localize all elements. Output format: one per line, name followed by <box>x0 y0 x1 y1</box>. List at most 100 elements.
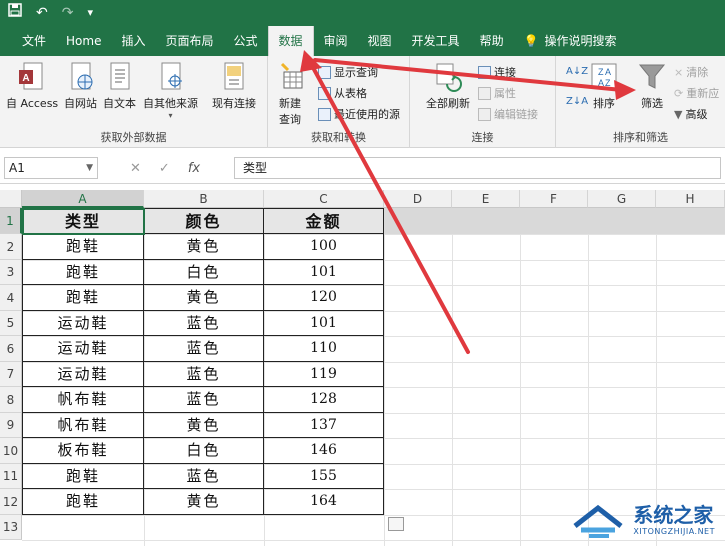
table-cell[interactable]: 帆布鞋 <box>22 387 144 413</box>
row-header[interactable]: 9 <box>0 413 22 438</box>
table-cell[interactable]: 黄色 <box>144 285 264 311</box>
table-cell[interactable]: 跑鞋 <box>22 489 144 515</box>
row-header[interactable]: 1 <box>0 208 22 234</box>
table-cell[interactable]: 跑鞋 <box>22 464 144 489</box>
customize-qat-icon[interactable]: ▾ <box>87 0 93 26</box>
table-cell[interactable]: 蓝色 <box>144 311 264 336</box>
row-header[interactable]: 6 <box>0 336 22 362</box>
tab-developer[interactable]: 开发工具 <box>402 26 470 56</box>
tab-view[interactable]: 视图 <box>358 26 402 56</box>
properties-button[interactable]: 属性 <box>478 85 516 101</box>
from-text-button[interactable]: 自文本 <box>103 62 136 111</box>
column-header[interactable]: E <box>452 190 520 208</box>
tab-home[interactable]: Home <box>56 26 111 56</box>
table-cell[interactable]: 黄色 <box>144 413 264 438</box>
clear-filter-button[interactable]: ⨯ 清除 <box>674 64 708 80</box>
from-access-button[interactable]: A 自 Access <box>6 62 58 111</box>
advanced-filter-button[interactable]: ▼ 高级 <box>674 106 707 122</box>
sort-button[interactable]: ZAAZ 排序 <box>590 62 618 111</box>
row-header[interactable]: 8 <box>0 387 22 413</box>
quick-analysis-icon[interactable] <box>388 517 404 531</box>
table-cell[interactable]: 白色 <box>144 438 264 464</box>
formula-input[interactable]: 类型 <box>234 157 721 179</box>
row-header[interactable]: 2 <box>0 234 22 260</box>
table-header-cell[interactable]: 颜色 <box>144 208 264 234</box>
tab-page-layout[interactable]: 页面布局 <box>155 26 223 56</box>
table-cell[interactable]: 跑鞋 <box>22 260 144 285</box>
existing-connections-button[interactable]: 现有连接 <box>212 62 256 111</box>
table-cell[interactable]: 蓝色 <box>144 464 264 489</box>
table-cell[interactable]: 128 <box>264 387 384 413</box>
table-cell[interactable]: 黄色 <box>144 234 264 260</box>
worksheet-grid[interactable]: A B C D E F G H 1 2 3 4 5 6 7 8 9 10 11 12 13 类型 颜色 金额 跑鞋 黄色 100 跑鞋… <box>0 190 725 546</box>
row-header[interactable]: 4 <box>0 285 22 311</box>
table-cell[interactable]: 164 <box>264 489 384 515</box>
row-header[interactable]: 13 <box>0 515 22 540</box>
table-cell[interactable]: 101 <box>264 260 384 285</box>
row-header[interactable]: 12 <box>0 489 22 515</box>
name-box[interactable]: A1 ▼ <box>4 157 98 179</box>
tab-insert[interactable]: 插入 <box>111 26 155 56</box>
table-cell[interactable]: 运动鞋 <box>22 311 144 336</box>
from-web-button[interactable]: 自网站 <box>64 62 97 111</box>
table-cell[interactable]: 白色 <box>144 260 264 285</box>
select-all-corner[interactable] <box>0 190 22 208</box>
name-box-dropdown-icon[interactable]: ▼ <box>86 158 93 178</box>
column-header[interactable]: C <box>264 190 384 208</box>
table-cell[interactable]: 101 <box>264 311 384 336</box>
table-cell[interactable]: 板布鞋 <box>22 438 144 464</box>
enter-icon[interactable]: ✓ <box>159 161 170 176</box>
column-header[interactable]: D <box>384 190 452 208</box>
sort-descending-button[interactable]: Z↓A <box>566 96 588 107</box>
table-cell[interactable]: 137 <box>264 413 384 438</box>
table-cell[interactable]: 跑鞋 <box>22 285 144 311</box>
row-header[interactable]: 10 <box>0 438 22 464</box>
table-cell[interactable]: 146 <box>264 438 384 464</box>
column-header[interactable]: B <box>144 190 264 208</box>
column-header[interactable]: A <box>22 190 144 208</box>
table-cell[interactable]: 100 <box>264 234 384 260</box>
tell-me-search[interactable]: 💡 操作说明搜索 <box>514 26 627 56</box>
redo-icon[interactable]: ↷ <box>62 0 74 26</box>
table-cell[interactable]: 119 <box>264 362 384 387</box>
new-query-button[interactable]: 新建 查询 <box>276 62 304 127</box>
table-cell[interactable]: 蓝色 <box>144 387 264 413</box>
tab-review[interactable]: 审阅 <box>314 26 358 56</box>
table-cell[interactable]: 120 <box>264 285 384 311</box>
table-cell[interactable]: 帆布鞋 <box>22 413 144 438</box>
edit-links-button[interactable]: 编辑链接 <box>478 106 538 122</box>
row-header[interactable]: 5 <box>0 311 22 336</box>
refresh-all-button[interactable]: 全部刷新 <box>426 62 470 111</box>
sort-ascending-button[interactable]: A↓Z <box>566 66 588 77</box>
table-cell[interactable]: 跑鞋 <box>22 234 144 260</box>
filter-button[interactable]: 筛选 <box>638 62 666 111</box>
table-cell[interactable]: 运动鞋 <box>22 336 144 362</box>
from-other-sources-button[interactable]: 自其他来源 ▾ <box>143 62 198 120</box>
table-cell[interactable]: 蓝色 <box>144 362 264 387</box>
table-header-cell[interactable]: 类型 <box>22 208 144 234</box>
column-header[interactable]: G <box>588 190 656 208</box>
row-header[interactable]: 7 <box>0 362 22 387</box>
column-header[interactable]: F <box>520 190 588 208</box>
undo-icon[interactable]: ↶ <box>36 0 48 26</box>
table-cell[interactable]: 运动鞋 <box>22 362 144 387</box>
insert-function-icon[interactable]: fx <box>188 161 200 176</box>
table-cell[interactable]: 黄色 <box>144 489 264 515</box>
table-cell[interactable]: 110 <box>264 336 384 362</box>
column-header[interactable]: H <box>656 190 725 208</box>
row-header[interactable]: 3 <box>0 260 22 285</box>
tab-file[interactable]: 文件 <box>12 26 56 56</box>
tab-help[interactable]: 帮助 <box>470 26 514 56</box>
row-header[interactable]: 11 <box>0 464 22 489</box>
show-queries-button[interactable]: 显示查询 <box>318 64 378 80</box>
table-cell[interactable]: 155 <box>264 464 384 489</box>
reapply-button[interactable]: ⟳ 重新应 <box>674 85 719 101</box>
table-cell[interactable]: 蓝色 <box>144 336 264 362</box>
tab-formulas[interactable]: 公式 <box>223 26 267 56</box>
connections-button[interactable]: 连接 <box>478 64 516 80</box>
recent-sources-button[interactable]: 最近使用的源 <box>318 106 400 122</box>
save-icon[interactable] <box>8 0 22 26</box>
cancel-icon[interactable]: ✕ <box>130 161 141 176</box>
tab-data[interactable]: 数据 <box>267 26 314 56</box>
from-table-button[interactable]: 从表格 <box>318 85 367 101</box>
